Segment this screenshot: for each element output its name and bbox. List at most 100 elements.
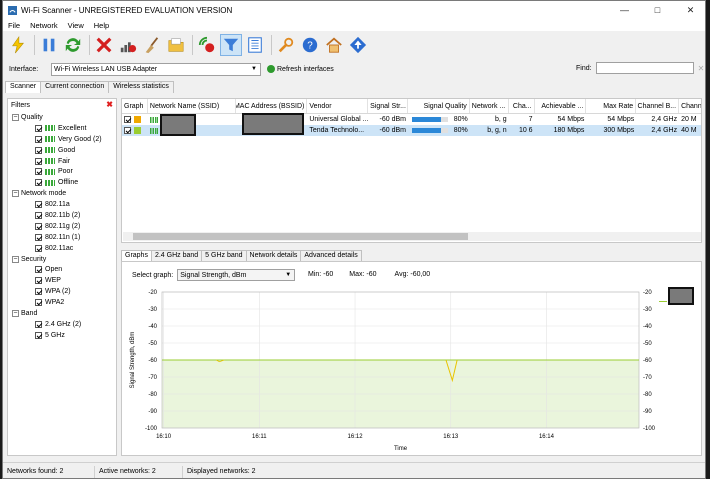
col-max-rate[interactable]: Max Rate: [586, 99, 637, 113]
filter-checkbox[interactable]: [35, 320, 42, 328]
col-bssid[interactable]: MAC Address (BSSID): [236, 99, 308, 113]
signal-quality-icon: [45, 158, 55, 164]
refresh-interfaces-button[interactable]: Refresh interfaces: [267, 65, 334, 73]
horizontal-scrollbar[interactable]: [123, 232, 701, 241]
filter-checkbox[interactable]: [35, 146, 42, 154]
tab-wireless-statistics[interactable]: Wireless statistics: [108, 81, 174, 93]
open-button[interactable]: [165, 34, 187, 56]
close-button[interactable]: ✕: [674, 1, 705, 19]
filter-item[interactable]: WPA2: [8, 297, 116, 308]
filter-checkbox[interactable]: [35, 179, 42, 187]
filter-checkbox[interactable]: [35, 299, 42, 307]
signal-quality-icon: [149, 116, 158, 123]
tab-current-connection[interactable]: Current connection: [40, 81, 110, 93]
col-quality[interactable]: Signal Quality: [408, 99, 470, 113]
filter-checkbox[interactable]: [35, 201, 42, 209]
start-scan-button[interactable]: [7, 34, 29, 56]
collapse-icon[interactable]: –: [12, 309, 19, 317]
filter-item[interactable]: Good: [8, 145, 116, 156]
filter-item[interactable]: 802.11a: [8, 199, 116, 210]
record-button[interactable]: [196, 34, 218, 56]
filter-checkbox[interactable]: [35, 211, 42, 219]
col-channel-width[interactable]: Channe: [679, 99, 701, 113]
home-button[interactable]: [323, 34, 345, 56]
col-vendor[interactable]: Vendor: [307, 99, 369, 113]
tab-24ghz-band[interactable]: 2.4 GHz band: [150, 250, 203, 261]
filter-button[interactable]: [220, 33, 242, 56]
filter-item[interactable]: Very Good (2): [8, 134, 116, 145]
filter-checkbox[interactable]: [35, 168, 42, 176]
filter-item[interactable]: Offline: [8, 177, 116, 188]
filter-icon: [223, 38, 239, 51]
collapse-icon[interactable]: –: [12, 113, 19, 121]
clear-find-icon[interactable]: ✕: [698, 64, 705, 73]
tab-scanner[interactable]: Scanner: [5, 81, 42, 93]
filter-checkbox[interactable]: [35, 233, 42, 241]
collapse-icon[interactable]: –: [12, 255, 19, 263]
filter-item[interactable]: WPA (2): [8, 286, 116, 297]
clear-button[interactable]: [93, 34, 115, 56]
menu-network[interactable]: Network: [25, 21, 63, 30]
filter-item[interactable]: Fair: [8, 156, 116, 167]
filter-group[interactable]: – Security: [8, 254, 116, 265]
col-achievable[interactable]: Achievable ...: [535, 99, 587, 113]
filter-checkbox[interactable]: [35, 244, 42, 252]
menu-file[interactable]: File: [3, 21, 25, 30]
filter-group[interactable]: – Network mode: [8, 188, 116, 199]
scrollbar-thumb[interactable]: [133, 233, 468, 240]
collapse-icon[interactable]: –: [12, 190, 19, 198]
filter-item[interactable]: Poor: [8, 166, 116, 177]
filter-checkbox[interactable]: [35, 124, 42, 132]
pause-button[interactable]: [38, 34, 60, 56]
minimize-button[interactable]: —: [608, 1, 641, 19]
filter-checkbox[interactable]: [35, 157, 42, 165]
columns-button[interactable]: [244, 34, 266, 56]
tab-5ghz-band[interactable]: 5 GHz band: [201, 250, 247, 261]
col-ssid[interactable]: Network Name (SSID): [148, 99, 236, 113]
filter-checkbox[interactable]: [35, 277, 42, 285]
col-channel[interactable]: Cha...: [509, 99, 535, 113]
filter-checkbox[interactable]: [35, 331, 42, 339]
settings-button[interactable]: [275, 34, 297, 56]
filter-checkbox[interactable]: [35, 222, 42, 230]
table-row[interactable]: Universal Global ... -60 dBm 80% b, g 7 54 Mb…: [122, 114, 701, 125]
filter-item[interactable]: WEP: [8, 275, 116, 286]
menu-view[interactable]: View: [63, 21, 89, 30]
filter-item[interactable]: 5 GHz: [8, 330, 116, 341]
refresh-button[interactable]: [62, 34, 84, 56]
tab-graphs[interactable]: Graphs: [121, 250, 152, 261]
filter-item[interactable]: 802.11b (2): [8, 210, 116, 221]
menu-help[interactable]: Help: [89, 21, 114, 30]
filter-group[interactable]: – Quality: [8, 112, 116, 123]
filter-checkbox[interactable]: [35, 266, 42, 274]
clear-filters-icon[interactable]: ✖: [106, 100, 113, 109]
filter-item[interactable]: 2.4 GHz (2): [8, 319, 116, 330]
col-channel-band[interactable]: Channel B...: [636, 99, 680, 113]
clean-button[interactable]: [141, 34, 163, 56]
tab-advanced-details[interactable]: Advanced details: [300, 250, 362, 261]
signal-button[interactable]: [117, 34, 139, 56]
filter-checkbox[interactable]: [35, 135, 42, 143]
filter-item[interactable]: Open: [8, 264, 116, 275]
filter-item[interactable]: 802.11g (2): [8, 221, 116, 232]
tab-network-details[interactable]: Network details: [245, 250, 302, 261]
maximize-button[interactable]: □: [641, 1, 674, 19]
update-button[interactable]: [347, 34, 369, 56]
col-graph[interactable]: Graph: [122, 99, 148, 113]
col-signal[interactable]: Signal Str...: [368, 99, 408, 113]
find-input[interactable]: [595, 62, 694, 74]
help-button[interactable]: ?: [299, 34, 321, 56]
filter-item[interactable]: 802.11n (1): [8, 232, 116, 243]
filter-group[interactable]: – Band: [8, 308, 116, 319]
table-row[interactable]: Tenda Technolo... -60 dBm 80% b, g, n 10 6 18…: [122, 125, 701, 136]
y-tick-label: -70: [148, 375, 157, 381]
graph-select[interactable]: Signal Strength, dBm ▼: [177, 269, 296, 281]
refresh-interfaces-label: Refresh interfaces: [277, 65, 334, 73]
interface-select[interactable]: Wi-Fi Wireless LAN USB Adapter ▼: [51, 62, 261, 76]
filter-checkbox[interactable]: [35, 288, 42, 296]
filter-item[interactable]: 802.11ac: [8, 243, 116, 254]
row-graph-checkbox[interactable]: [124, 127, 131, 134]
filter-item[interactable]: Excellent: [8, 123, 116, 134]
row-graph-checkbox[interactable]: [124, 116, 131, 123]
col-mode[interactable]: Network ...: [470, 99, 509, 113]
